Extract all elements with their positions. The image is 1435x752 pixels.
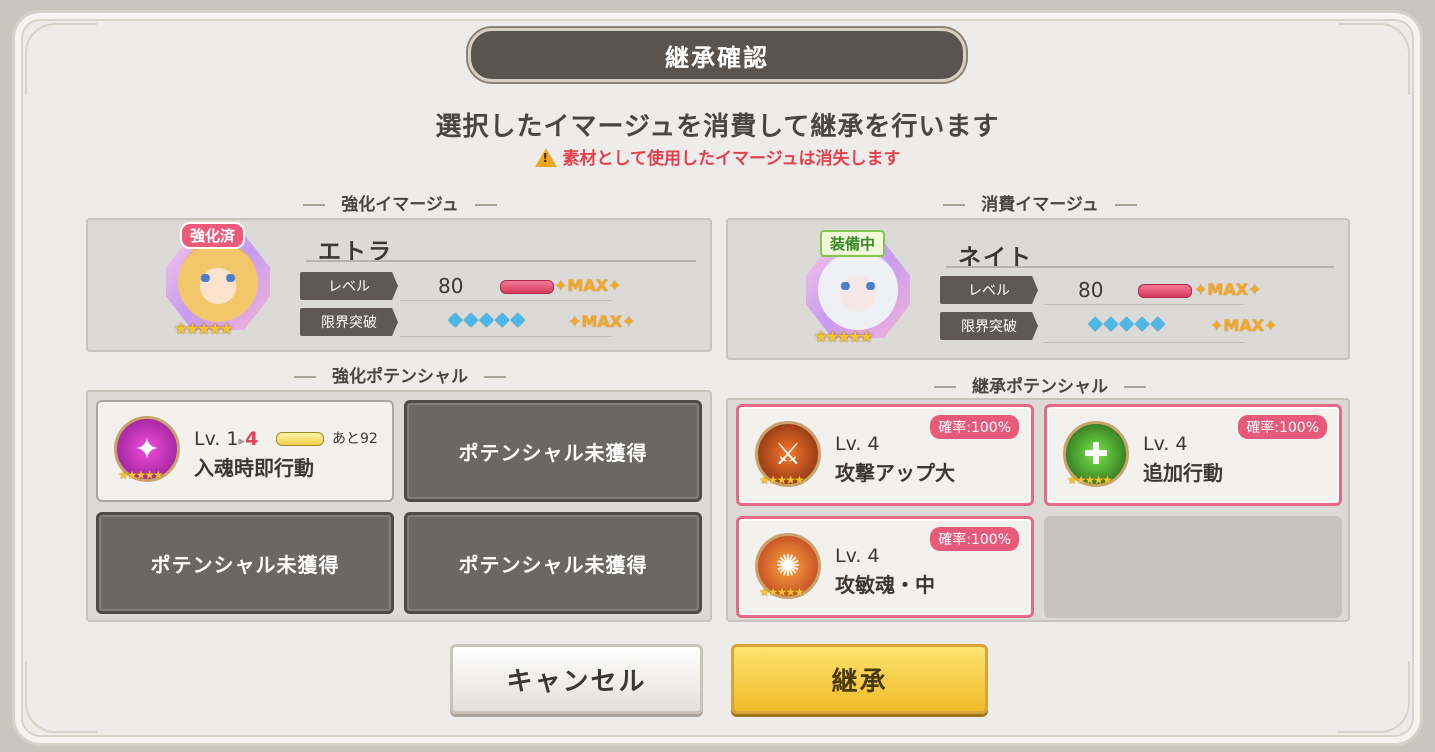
enhance-potential-panel: ✦ ★★★★★ Lv. 1▸4 あと92 入魂時即行動 ポテンシャル未獲得 ポテ… [86, 390, 712, 622]
level-bar [500, 280, 554, 294]
potential-stars: ★★★★★ [759, 473, 805, 487]
dialog-title-plate: 継承確認 [468, 28, 966, 82]
potential-slot-empty[interactable]: ポテンシャル未獲得 [404, 512, 702, 614]
potential-name: 攻敏魂・中 [835, 573, 935, 597]
inherit-potential-atk-spd-soul[interactable]: ✺ ★★★★★ 確率:100% Lv. 4 攻敏魂・中 [736, 516, 1034, 618]
corner-ornament [1338, 661, 1410, 733]
corner-ornament [25, 661, 97, 733]
potential-name: 攻撃アップ大 [835, 461, 955, 485]
level-bar [1138, 284, 1192, 298]
rate-badge: 確率:100% [930, 415, 1019, 439]
cancel-button[interactable]: キャンセル [450, 644, 703, 714]
level-max-badge: ✦MAX✦ [554, 276, 622, 295]
enhanced-badge: 強化済 [180, 222, 246, 249]
level-label: レベル [300, 272, 398, 300]
potential-remaining: あと92 [332, 431, 378, 447]
corner-ornament [25, 23, 97, 95]
character-eyes [840, 282, 876, 290]
level-value: 80 [438, 274, 464, 298]
potential-name: 入魂時即行動 [194, 456, 314, 480]
rate-badge: 確率:100% [1238, 415, 1327, 439]
warning-text: 素材として使用したイマージュは消失します [562, 149, 901, 169]
level-max-badge: ✦MAX✦ [1194, 280, 1262, 299]
portrait-etora[interactable]: 強化済 ★★★★★ [160, 222, 278, 338]
potential-level: Lv. 1▸4 [194, 428, 259, 450]
inherit-potential-panel: ⚔ ★★★★★ 確率:100% Lv. 4 攻撃アップ大 ✚ ★★★★★ 確率:… [726, 398, 1350, 622]
enhance-image-panel: 強化済 ★★★★★ エトラ レベル 80 ✦MAX✦ 限界突破 ◆◆◆◆◆ ✦M… [86, 218, 712, 352]
consume-image-panel: 装備中 ★★★★★ ネイト レベル 80 ✦MAX✦ 限界突破 ◆◆◆◆◆ ✦M… [726, 218, 1350, 360]
inherit-potential-attack-up[interactable]: ⚔ ★★★★★ 確率:100% Lv. 4 攻撃アップ大 [736, 404, 1034, 506]
character-eyes [200, 274, 236, 282]
warning-icon [534, 148, 557, 167]
dialog-subtitle: 選択したイマージュを消費して継承を行います [435, 112, 1000, 142]
potential-stars: ★★★★★ [1067, 473, 1113, 487]
potential-level: Lv. 4 [835, 545, 880, 567]
limit-max-badge: ✦MAX✦ [1210, 316, 1278, 335]
level-value: 80 [1078, 278, 1104, 302]
stat-underline [400, 300, 612, 301]
dialog-title: 継承確認 [665, 43, 769, 72]
limit-break-gems: ◆◆◆◆◆ [448, 308, 527, 330]
warning-message: 素材として使用したイマージュは消失します [0, 144, 1435, 169]
name-underline [946, 266, 1334, 268]
section-label-consume-image: 消費イマージュ [830, 190, 1250, 215]
level-label: レベル [940, 276, 1038, 304]
character-face [178, 242, 258, 322]
inherit-potential-blank-slot [1044, 516, 1342, 618]
rate-badge: 確率:100% [930, 527, 1019, 551]
limit-max-badge: ✦MAX✦ [568, 312, 636, 331]
potential-stars: ★★★★★ [118, 468, 164, 482]
stat-underline [400, 336, 612, 337]
potential-name: 追加行動 [1143, 461, 1223, 485]
potential-slot-owned[interactable]: ✦ ★★★★★ Lv. 1▸4 あと92 入魂時即行動 [96, 400, 394, 502]
rarity-stars: ★★★★★ [174, 319, 234, 338]
name-underline [306, 260, 696, 262]
section-label-inherit-potential: 継承ポテンシャル [830, 372, 1250, 397]
potential-slot-empty[interactable]: ポテンシャル未獲得 [404, 400, 702, 502]
stat-underline [1044, 304, 1244, 305]
potential-level: Lv. 4 [835, 433, 880, 455]
limit-break-gems: ◆◆◆◆◆ [1088, 312, 1167, 334]
potential-level: Lv. 4 [1143, 433, 1188, 455]
inherit-confirm-button[interactable]: 継承 [731, 644, 988, 714]
stat-underline [1044, 342, 1244, 343]
section-label-enhance-image: 強化イマージュ [190, 190, 610, 215]
limit-break-label: 限界突破 [300, 308, 398, 336]
equipped-badge: 装備中 [820, 230, 886, 257]
potential-stars: ★★★★★ [759, 585, 805, 599]
section-label-enhance-potential: 強化ポテンシャル [190, 362, 610, 387]
portrait-neit[interactable]: 装備中 ★★★★★ [800, 230, 918, 346]
inherit-potential-extra-action[interactable]: ✚ ★★★★★ 確率:100% Lv. 4 追加行動 [1044, 404, 1342, 506]
potential-exp-bar [276, 432, 324, 446]
corner-ornament [1338, 23, 1410, 95]
limit-break-label: 限界突破 [940, 312, 1038, 340]
potential-slot-empty[interactable]: ポテンシャル未獲得 [96, 512, 394, 614]
character-face [818, 250, 898, 330]
rarity-stars: ★★★★★ [814, 327, 874, 346]
